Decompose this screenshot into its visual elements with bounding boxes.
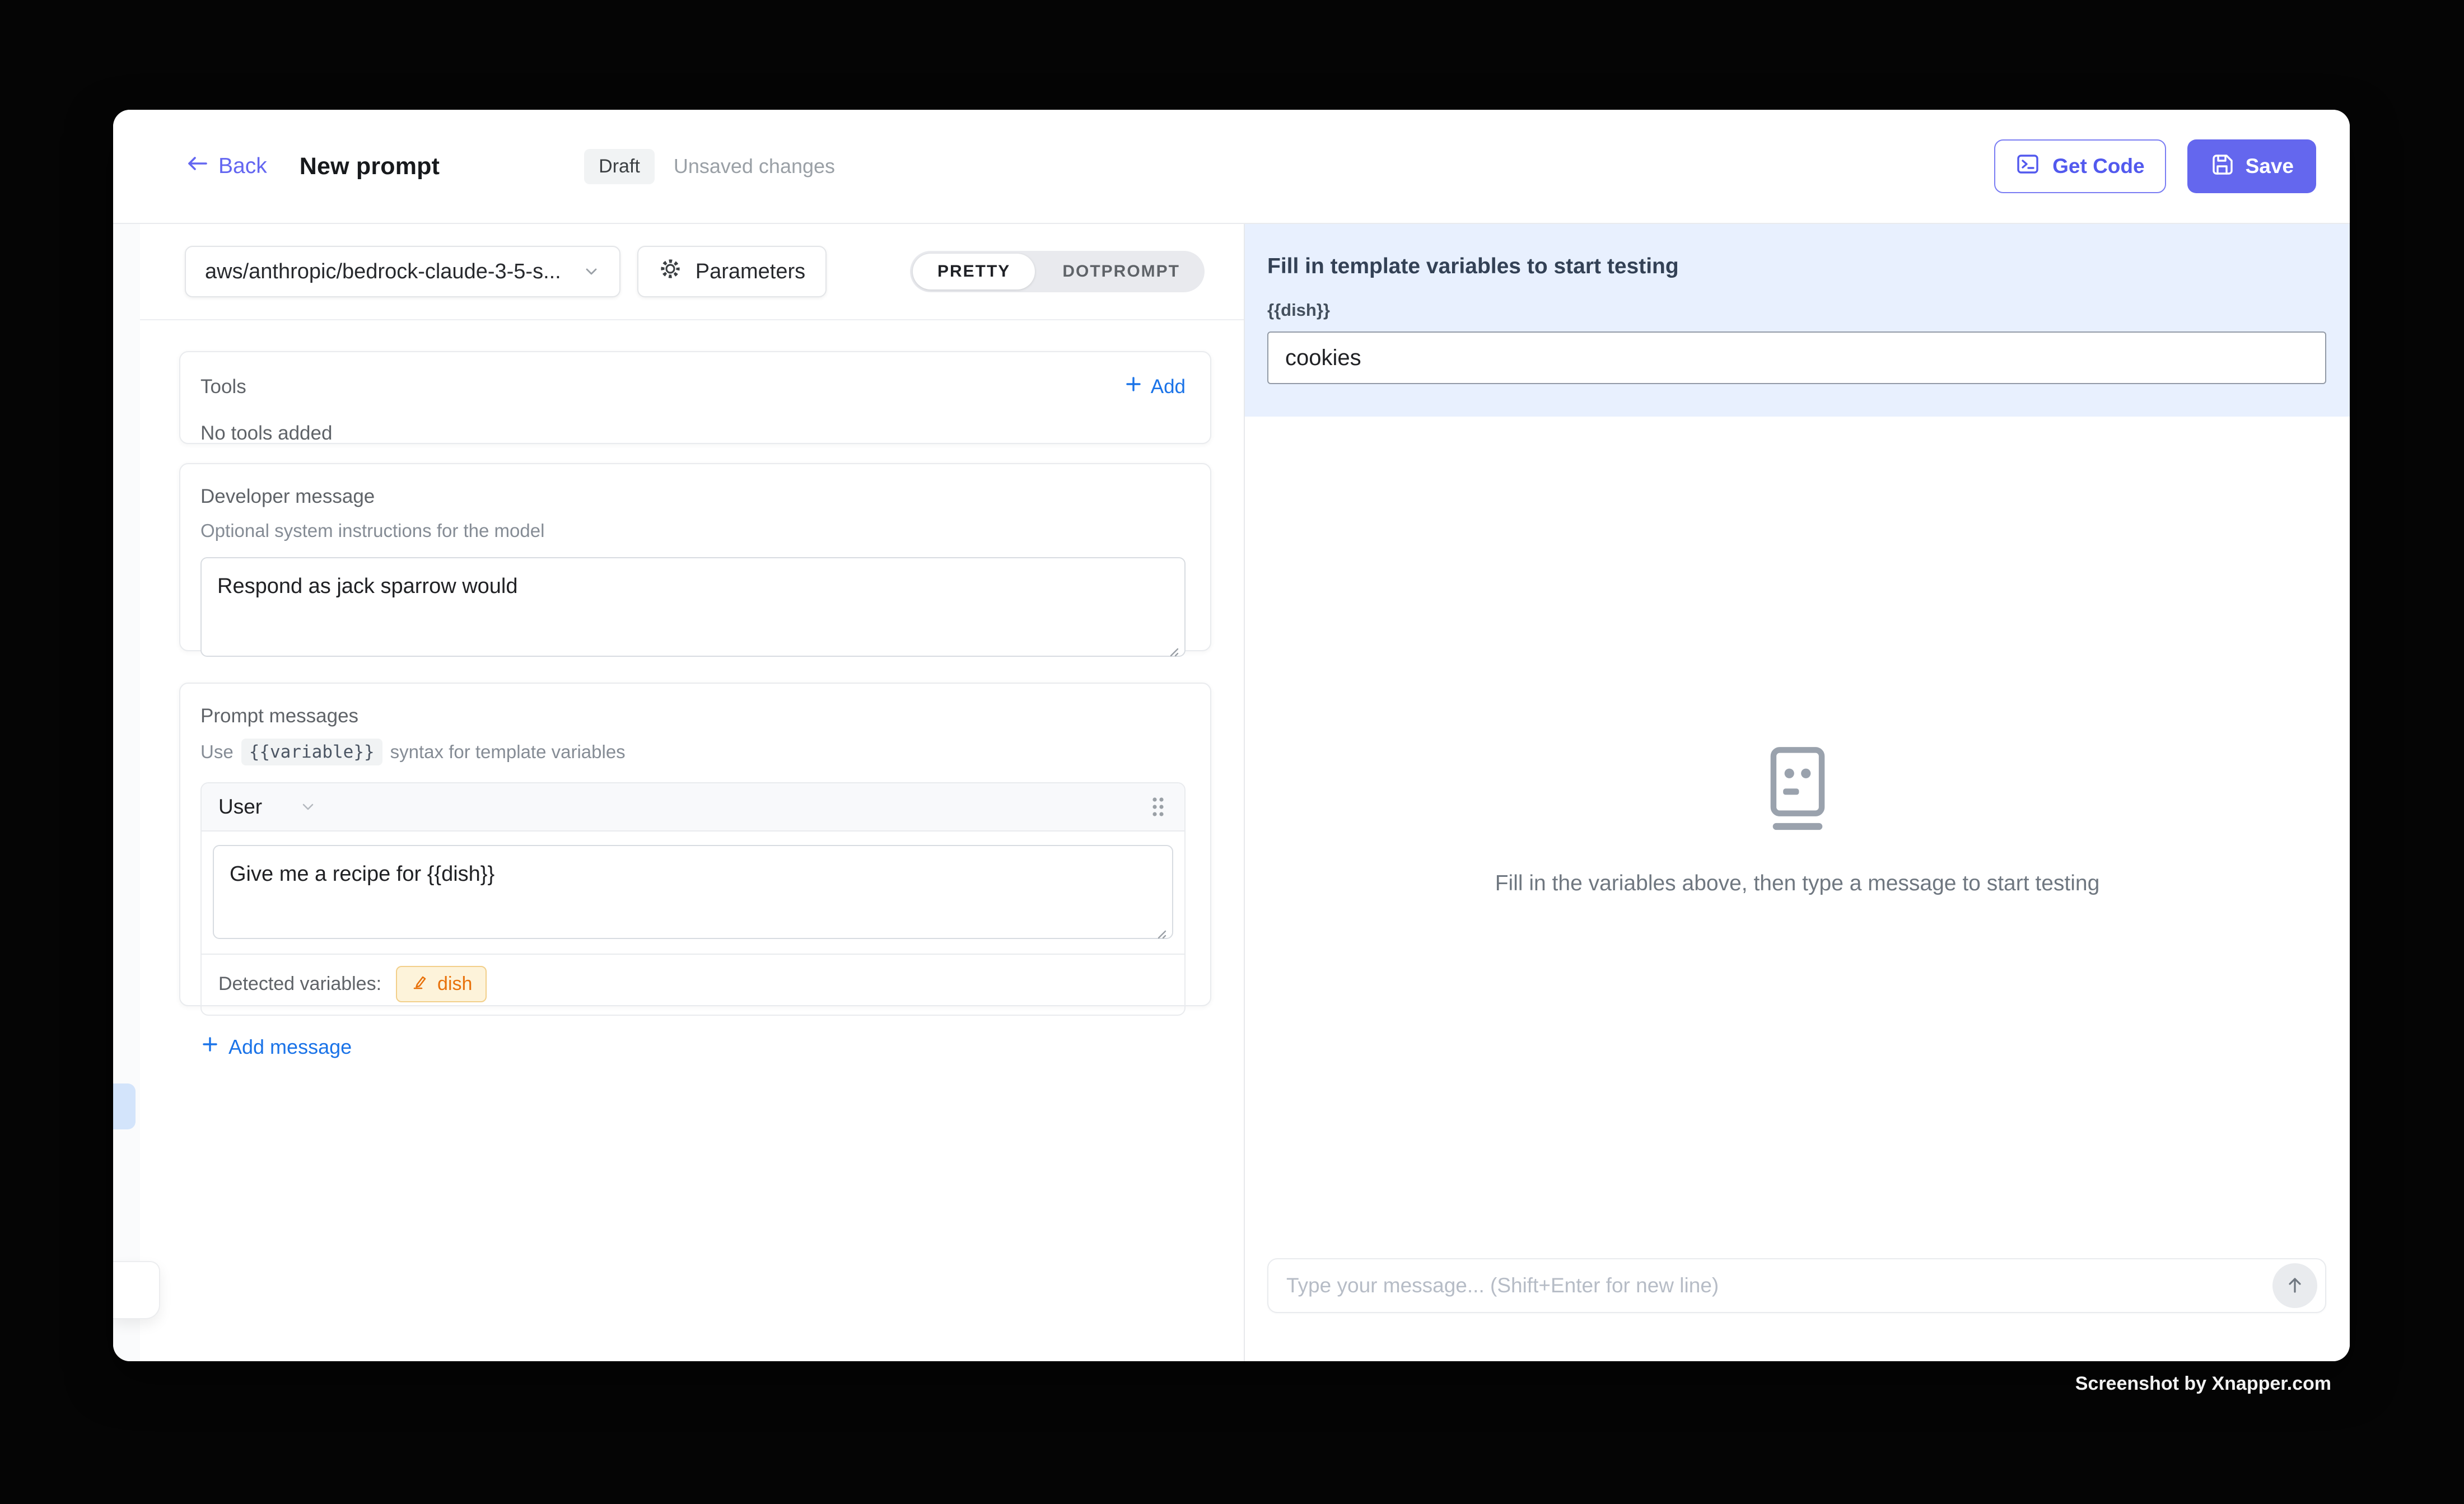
subtitle-prefix: Use xyxy=(200,741,234,763)
message-textarea[interactable]: Give me a recipe for {{dish}} xyxy=(213,845,1173,939)
rail-selected-item[interactable] xyxy=(113,1083,136,1129)
edit-pencil-icon xyxy=(410,973,428,996)
prompt-editor-pane: aws/anthropic/bedrock-claude-3-5-s... Pa… xyxy=(140,224,1245,1361)
add-message-button[interactable]: Add message xyxy=(200,1035,1186,1059)
desktop-background: Back New prompt Draft Unsaved changes Ge… xyxy=(0,0,2464,1504)
prompt-messages-card: Prompt messages Use {{variable}} syntax … xyxy=(179,683,1211,1006)
top-bar: Back New prompt Draft Unsaved changes Ge… xyxy=(113,110,2350,224)
terminal-icon xyxy=(2015,152,2040,181)
robot-face-icon xyxy=(1762,746,1833,835)
add-tool-button[interactable]: Add xyxy=(1124,375,1186,399)
toggle-dotprompt[interactable]: DOTPROMPT xyxy=(1038,251,1205,292)
model-selector-value: aws/anthropic/bedrock-claude-3-5-s... xyxy=(205,260,561,284)
watermark-text: Screenshot by Xnapper.com xyxy=(2075,1373,2331,1395)
developer-message-subtitle: Optional system instructions for the mod… xyxy=(200,520,1186,541)
parameters-button[interactable]: Parameters xyxy=(637,246,827,297)
plus-icon xyxy=(200,1035,220,1059)
top-bar-left: Back New prompt Draft Unsaved changes xyxy=(185,149,835,184)
editor-content: Tools Add No tools added Devel xyxy=(140,320,1244,1361)
subtitle-suffix: syntax for template variables xyxy=(390,741,626,763)
chevron-down-icon xyxy=(582,263,600,281)
detected-variables-row: Detected variables: dish xyxy=(202,954,1184,1015)
message-role-row: User xyxy=(202,783,1184,832)
template-variables-title: Fill in template variables to start test… xyxy=(1267,254,2326,279)
save-icon xyxy=(2210,152,2234,181)
main-area: aws/anthropic/bedrock-claude-3-5-s... Pa… xyxy=(113,224,2350,1361)
format-toggle: PRETTY DOTPROMPT xyxy=(910,251,1205,292)
template-variables-panel: Fill in template variables to start test… xyxy=(1245,224,2350,417)
status-badge: Draft xyxy=(584,149,655,184)
back-button[interactable]: Back xyxy=(185,151,267,181)
page-title: New prompt xyxy=(300,153,440,180)
toggle-pretty[interactable]: PRETTY xyxy=(913,254,1035,289)
chat-empty-state: Fill in the variables above, then type a… xyxy=(1245,417,2350,1258)
tools-card-header: Tools Add xyxy=(200,375,1186,399)
chat-message-input[interactable] xyxy=(1286,1274,2272,1297)
developer-message-value: Respond as jack sparrow would xyxy=(217,574,518,598)
developer-message-title: Developer message xyxy=(200,485,1186,508)
tools-card: Tools Add No tools added xyxy=(179,351,1211,444)
developer-message-textarea[interactable]: Respond as jack sparrow would xyxy=(200,557,1186,657)
parameters-label: Parameters xyxy=(696,260,805,284)
left-rail xyxy=(113,224,140,1361)
variable-syntax-chip: {{variable}} xyxy=(241,739,382,765)
chat-empty-text: Fill in the variables above, then type a… xyxy=(1495,871,2100,896)
chat-input-row xyxy=(1267,1258,2326,1313)
message-body: Give me a recipe for {{dish}} xyxy=(202,832,1184,939)
save-label: Save xyxy=(2246,155,2294,178)
tools-empty-text: No tools added xyxy=(200,422,1186,445)
gear-icon xyxy=(659,257,682,286)
get-code-label: Get Code xyxy=(2052,155,2144,178)
variable-name-label: {{dish}} xyxy=(1267,300,2326,320)
get-code-button[interactable]: Get Code xyxy=(1994,139,2166,193)
detected-variables-label: Detected variables: xyxy=(218,973,381,995)
variable-chip-label: dish xyxy=(437,973,472,995)
top-bar-actions: Get Code Save xyxy=(1994,139,2316,193)
role-label: User xyxy=(218,795,262,819)
prompt-messages-subtitle: Use {{variable}} syntax for template var… xyxy=(200,739,1186,765)
chevron-down-icon xyxy=(299,798,317,816)
plus-icon xyxy=(1124,375,1143,399)
message-block: User G xyxy=(200,782,1186,1016)
rail-popover-partial xyxy=(113,1261,160,1319)
tools-title: Tools xyxy=(200,376,246,398)
test-pane: Fill in template variables to start test… xyxy=(1245,224,2350,1361)
unsaved-changes-note: Unsaved changes xyxy=(674,155,835,178)
send-button[interactable] xyxy=(2272,1263,2317,1308)
variable-value-input[interactable] xyxy=(1267,331,2326,384)
arrow-up-icon xyxy=(2284,1274,2306,1298)
resize-handle-icon[interactable] xyxy=(1164,637,1180,652)
role-selector[interactable]: User xyxy=(218,795,317,819)
save-button[interactable]: Save xyxy=(2187,139,2316,193)
variable-chip-dish[interactable]: dish xyxy=(396,966,487,1002)
add-tool-label: Add xyxy=(1151,376,1186,398)
developer-message-card: Developer message Optional system instru… xyxy=(179,463,1211,651)
drag-handle-icon[interactable] xyxy=(1149,795,1168,819)
resize-handle-icon[interactable] xyxy=(1152,919,1168,935)
model-selector[interactable]: aws/anthropic/bedrock-claude-3-5-s... xyxy=(185,246,620,297)
add-message-label: Add message xyxy=(228,1035,352,1059)
back-label: Back xyxy=(218,154,267,179)
app-window: Back New prompt Draft Unsaved changes Ge… xyxy=(113,110,2350,1361)
editor-toolbar: aws/anthropic/bedrock-claude-3-5-s... Pa… xyxy=(140,224,1244,320)
message-value: Give me a recipe for {{dish}} xyxy=(230,862,494,886)
back-arrow-icon xyxy=(185,151,209,181)
prompt-messages-title: Prompt messages xyxy=(200,705,1186,727)
